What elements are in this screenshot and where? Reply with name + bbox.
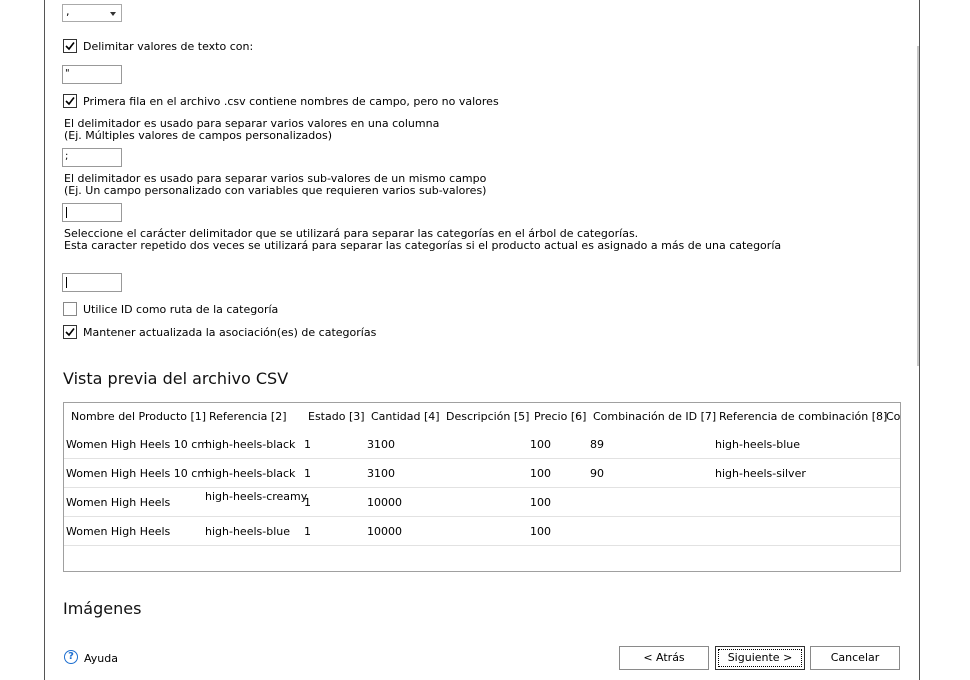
grid-column-header[interactable]: Nombre del Producto [1] [71,410,206,423]
table-cell: 1 [304,467,311,480]
grid-column-header[interactable]: Referencia de combinación [8] [719,410,887,423]
first-row-headers-label: Primera fila en el archivo .csv contiene… [83,95,499,108]
table-cell: 1 [304,525,311,538]
table-cell: 100 [530,467,551,480]
table-cell: 100 [530,496,551,509]
first-row-headers-checkbox[interactable] [63,94,77,108]
table-cell: 100 [530,438,551,451]
category-delimiter-input[interactable] [62,273,122,292]
text-caret [66,277,67,288]
csv-preview-grid[interactable]: Nombre del Producto [1] Referencia [2] E… [63,402,901,572]
grid-column-header[interactable]: Co [886,410,900,423]
table-cell: 1 [304,438,311,451]
table-cell: Women High Heels [66,496,171,509]
keep-category-association-label: Mantener actualizada la asociación(es) d… [83,326,377,339]
multi-value-delimiter-input[interactable] [62,148,122,167]
use-id-category-path-checkbox[interactable] [63,302,77,316]
table-row[interactable]: Women High Heels high-heels-blue 1 10000… [64,517,900,546]
delimit-text-label: Delimitar valores de texto con: [83,40,254,53]
table-cell: 90 [590,467,604,480]
help-icon[interactable]: ? [64,650,78,664]
table-cell: high-heels-silver [715,467,806,480]
table-cell: Women High Heels 10 cm [66,467,209,480]
keep-category-association-checkbox[interactable] [63,325,77,339]
sub-value-delimiter-input[interactable] [62,203,122,222]
check-icon [65,42,75,51]
grid-header-row: Nombre del Producto [1] Referencia [2] E… [64,403,900,430]
table-row[interactable]: Women High Heels 10 cm high-heels-black … [64,430,900,459]
use-id-category-path-label: Utilice ID como ruta de la categoría [83,303,279,316]
grid-column-header[interactable]: Cantidad [4] [371,410,440,423]
help-link[interactable]: Ayuda [84,652,118,665]
sub-value-description: El delimitador es usado para separar var… [64,172,487,197]
field-delimiter-select[interactable]: , [62,4,122,22]
table-row[interactable]: Women High Heels high-heels-creamy 1 100… [64,488,900,517]
grid-column-header[interactable]: Descripción [5] [446,410,529,423]
table-cell: Women High Heels [66,525,171,538]
table-cell: 3100 [367,438,395,451]
table-cell: high-heels-creamy [205,490,308,503]
table-cell: 10000 [367,496,402,509]
text-qualifier-field[interactable] [63,66,119,81]
images-section-title: Imágenes [63,599,142,618]
csv-preview-title: Vista previa del archivo CSV [63,369,289,388]
table-cell: Women High Heels 10 cm [66,438,209,451]
import-wizard-window: , Delimitar valores de texto con: Primer… [44,0,920,680]
table-cell: high-heels-black [205,438,296,451]
back-button[interactable]: < Atrás [619,646,709,670]
grid-column-header[interactable]: Referencia [2] [209,410,287,423]
grid-column-header[interactable]: Estado [3] [308,410,365,423]
category-delimiter-description: Seleccione el carácter delimitador que s… [64,227,782,252]
table-cell: high-heels-blue [715,438,800,451]
cancel-button[interactable]: Cancelar [810,646,900,670]
grid-column-header[interactable]: Combinación de ID [7] [593,410,716,423]
table-cell: high-heels-blue [205,525,290,538]
table-cell: high-heels-black [205,467,296,480]
table-cell: 1 [304,496,311,509]
check-icon [65,97,75,106]
grid-column-header[interactable]: Precio [6] [534,410,586,423]
text-caret [66,207,67,218]
check-icon [65,328,75,337]
table-cell: 89 [590,438,604,451]
table-cell: 10000 [367,525,402,538]
table-cell: 3100 [367,467,395,480]
vertical-scrollbar[interactable] [917,46,919,366]
table-cell: 100 [530,525,551,538]
multi-value-description: El delimitador es usado para separar var… [64,117,440,142]
text-qualifier-input[interactable] [62,65,122,84]
table-row[interactable]: Women High Heels 10 cm high-heels-black … [64,459,900,488]
chevron-down-icon [110,12,116,16]
multi-value-delimiter-field[interactable] [63,149,119,164]
next-button[interactable]: Siguiente > [715,646,805,670]
delimit-text-checkbox[interactable] [63,39,77,53]
